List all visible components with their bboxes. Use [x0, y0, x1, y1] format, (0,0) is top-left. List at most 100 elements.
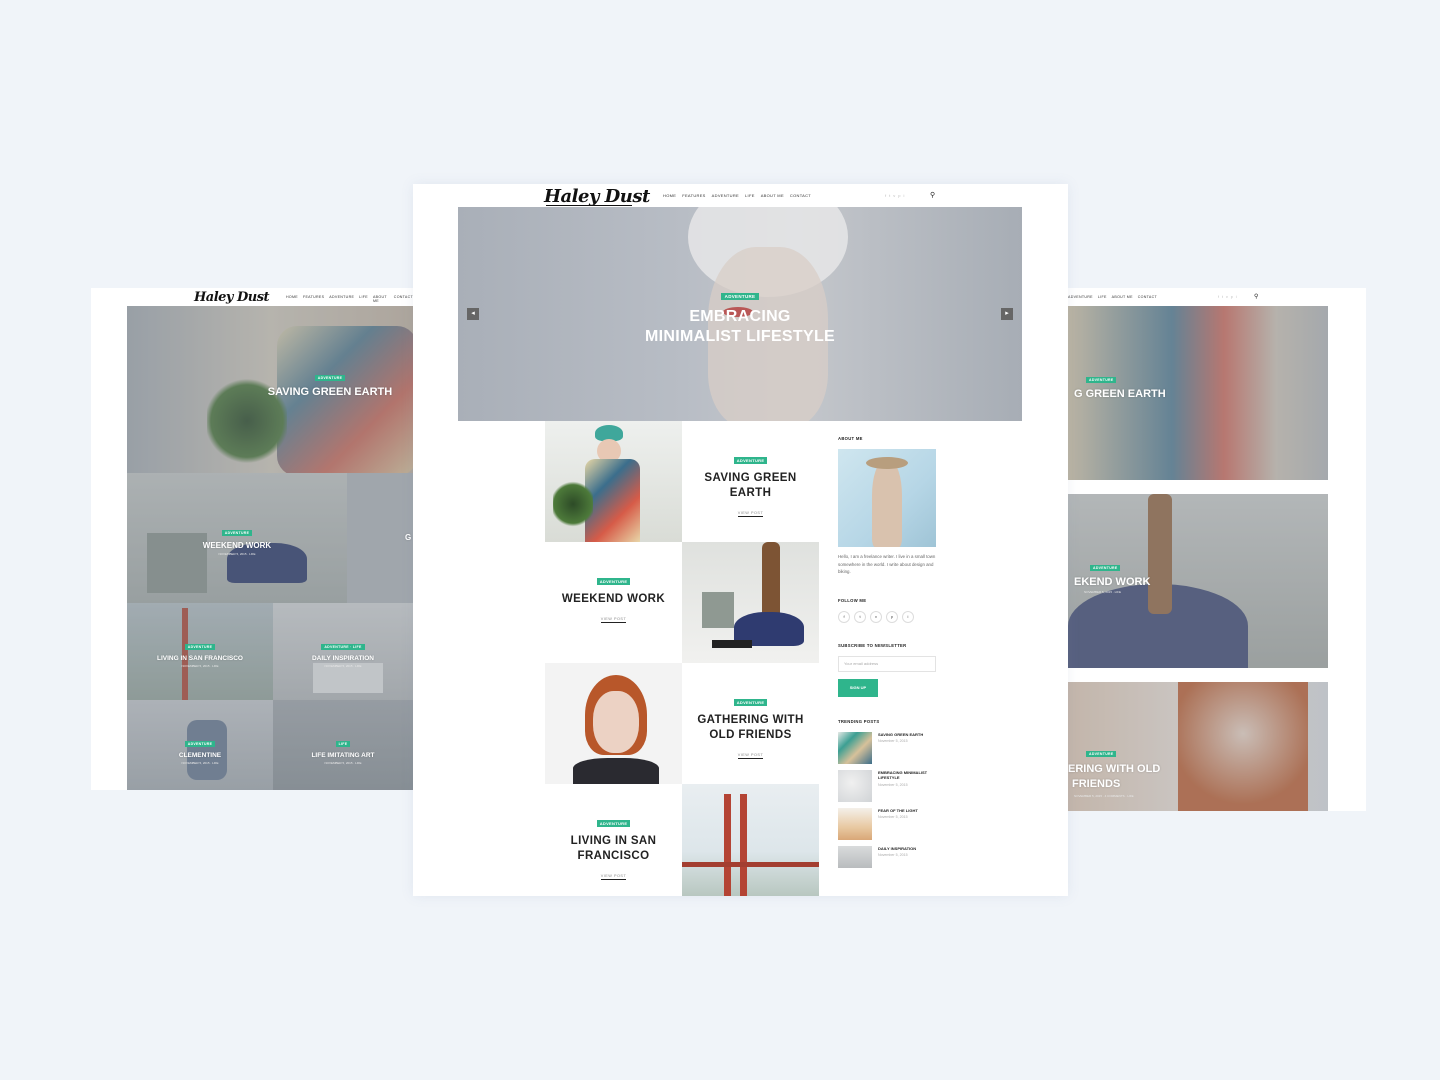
- twitter-icon[interactable]: t: [1222, 295, 1223, 299]
- post-tile[interactable]: ADVENTURE LIVING IN SAN FRANCISCO NOVEMB…: [127, 603, 273, 700]
- site-logo[interactable]: Haley Dust: [544, 186, 650, 207]
- pinterest-icon[interactable]: p: [898, 193, 900, 198]
- tile-title[interactable]: WEEKEND WORK: [127, 541, 347, 550]
- category-badge[interactable]: ADVENTURE: [596, 820, 631, 827]
- nav-adventure[interactable]: ADVENTURE: [329, 295, 354, 303]
- site-header: Haley Dust HOME FEATURES ADVENTURE LIFE …: [413, 184, 1068, 207]
- category-badge[interactable]: ADVENTURE: [733, 457, 768, 464]
- category-badge[interactable]: ADVENTURE: [184, 741, 216, 747]
- slider-next-arrow-icon[interactable]: ▸: [1001, 308, 1013, 320]
- nav-life[interactable]: LIFE: [359, 295, 368, 303]
- signup-button[interactable]: SIGN UP: [838, 678, 878, 697]
- category-badge[interactable]: ADVENTURE: [184, 644, 216, 650]
- tile-title[interactable]: DAILY INSPIRATION: [273, 655, 413, 662]
- post-tile[interactable]: ADVENTURE G GREEN EARTH: [1068, 306, 1328, 480]
- post-tile[interactable]: G: [347, 473, 413, 603]
- view-post-link[interactable]: VIEW POST: [737, 753, 764, 759]
- view-post-link[interactable]: VIEW POST: [600, 617, 627, 623]
- nav-adventure[interactable]: ADVENTURE: [712, 193, 739, 198]
- nav-contact[interactable]: CONTACT: [1138, 295, 1157, 299]
- tile-title[interactable]: ERING WITH OLD FRIENDS: [1068, 762, 1328, 792]
- tile-title[interactable]: G GREEN EARTH: [1074, 388, 1328, 400]
- tile-title[interactable]: CLEMENTINE: [127, 752, 273, 759]
- post-title[interactable]: LIVING IN SAN FRANCISCO: [545, 834, 682, 864]
- post-image[interactable]: [682, 542, 819, 663]
- post-tile[interactable]: ADVENTURE EKEND WORK NOVEMBER 5, 2015 · …: [1068, 494, 1328, 668]
- nav-features[interactable]: FEATURES: [303, 295, 324, 303]
- post-image[interactable]: [545, 663, 682, 784]
- trending-item[interactable]: SAVING GREEN EARTH November 5, 2015: [838, 731, 948, 764]
- search-icon[interactable]: ⚲: [1254, 293, 1258, 300]
- vine-icon[interactable]: v: [893, 193, 895, 198]
- trending-item[interactable]: EMBRACING MINIMALIST LIFESTYLE November …: [838, 769, 948, 802]
- hero-title[interactable]: EMBRACING MINIMALIST LIFESTYLE: [458, 307, 1022, 347]
- nav-contact[interactable]: CONTACT: [790, 193, 811, 198]
- category-badge[interactable]: ADVENTURE: [1086, 377, 1117, 383]
- nav-life[interactable]: LIFE: [1098, 295, 1107, 299]
- category-badge[interactable]: ADVENTURE: [1086, 751, 1117, 757]
- instagram-icon[interactable]: i: [902, 610, 914, 623]
- category-badge[interactable]: ADVENTURE: [733, 699, 768, 706]
- nav-adventure[interactable]: ADVENTURE: [1068, 295, 1093, 299]
- nav-life[interactable]: LIFE: [745, 193, 755, 198]
- tile-title[interactable]: LIVING IN SAN FRANCISCO: [127, 655, 273, 662]
- facebook-icon[interactable]: f: [838, 610, 850, 623]
- nav-home[interactable]: HOME: [663, 193, 676, 198]
- twitter-icon[interactable]: t: [854, 610, 866, 623]
- slider-prev-arrow-icon[interactable]: ◂: [467, 308, 479, 320]
- pinterest-icon[interactable]: p: [886, 610, 898, 623]
- trending-title[interactable]: DAILY INSPIRATION: [878, 846, 916, 852]
- hero-slider[interactable]: ADVENTURE EMBRACING MINIMALIST LIFESTYLE…: [458, 207, 1022, 421]
- category-badge[interactable]: ADVENTURE: [221, 530, 253, 536]
- post-title[interactable]: GATHERING WITH OLD FRIENDS: [682, 713, 819, 743]
- post-title[interactable]: SAVING GREEN EARTH: [682, 471, 819, 501]
- vine-icon[interactable]: v: [870, 610, 882, 623]
- instagram-icon[interactable]: i: [903, 193, 904, 198]
- category-badge[interactable]: ADVENTURE: [1090, 565, 1121, 571]
- post-tile[interactable]: LIFE LIFE IMITATING ART NOVEMBER 5, 2015…: [273, 700, 413, 790]
- view-post-link[interactable]: VIEW POST: [600, 874, 627, 880]
- post-card[interactable]: ADVENTURE LIVING IN SAN FRANCISCO VIEW P…: [545, 784, 682, 896]
- post-tile[interactable]: ADVENTURE ERING WITH OLD FRIENDS NOVEMBE…: [1068, 682, 1328, 811]
- nav-home[interactable]: HOME: [286, 295, 298, 303]
- category-badge[interactable]: ADVENTURE: [596, 578, 631, 585]
- tile-title[interactable]: EKEND WORK: [1074, 576, 1328, 588]
- post-tile[interactable]: ADVENTURE WEEKEND WORK NOVEMBER 5, 2015 …: [127, 473, 347, 603]
- category-badge[interactable]: LIFE: [335, 741, 351, 747]
- search-icon[interactable]: ⚲: [930, 191, 935, 199]
- nav-features[interactable]: FEATURES: [682, 193, 705, 198]
- vine-icon[interactable]: v: [1226, 295, 1228, 299]
- facebook-icon[interactable]: f: [1218, 295, 1219, 299]
- trending-title[interactable]: SAVING GREEN EARTH: [878, 732, 923, 738]
- view-post-link[interactable]: VIEW POST: [737, 511, 764, 517]
- category-badge[interactable]: ADVENTURE: [314, 375, 346, 381]
- post-image[interactable]: [545, 421, 682, 542]
- trending-item[interactable]: FEAR OF THE LIGHT November 5, 2015: [838, 807, 948, 840]
- post-card[interactable]: ADVENTURE GATHERING WITH OLD FRIENDS VIE…: [682, 663, 819, 784]
- pinterest-icon[interactable]: p: [1231, 295, 1233, 299]
- post-tile[interactable]: ADVENTURE CLEMENTINE NOVEMBER 5, 2015 · …: [127, 700, 273, 790]
- post-image[interactable]: [682, 784, 819, 896]
- email-input[interactable]: Your email address: [838, 655, 936, 672]
- category-badge[interactable]: ADVENTURE · LIFE: [321, 644, 365, 650]
- site-logo[interactable]: Haley Dust: [194, 290, 270, 305]
- post-title[interactable]: WEEKEND WORK: [545, 592, 682, 607]
- tile-title[interactable]: LIFE IMITATING ART: [273, 752, 413, 759]
- twitter-icon[interactable]: t: [889, 193, 890, 198]
- tile-title[interactable]: SAVING GREEN EARTH: [247, 386, 413, 398]
- category-badge[interactable]: ADVENTURE: [720, 293, 760, 300]
- post-tile[interactable]: ADVENTURE · LIFE DAILY INSPIRATION NOVEM…: [273, 603, 413, 700]
- nav-about[interactable]: ABOUT ME: [373, 295, 389, 303]
- instagram-icon[interactable]: i: [1236, 295, 1237, 299]
- tile-title[interactable]: G: [405, 533, 413, 542]
- trending-item[interactable]: DAILY INSPIRATION November 5, 2015: [838, 845, 948, 868]
- facebook-icon[interactable]: f: [885, 193, 886, 198]
- post-card[interactable]: ADVENTURE SAVING GREEN EARTH VIEW POST: [682, 421, 819, 542]
- trending-title[interactable]: FEAR OF THE LIGHT: [878, 808, 918, 814]
- nav-about[interactable]: ABOUT ME: [761, 193, 784, 198]
- trending-title[interactable]: EMBRACING MINIMALIST LIFESTYLE: [878, 770, 942, 781]
- featured-tile[interactable]: ADVENTURE SAVING GREEN EARTH: [127, 306, 413, 473]
- nav-about[interactable]: ABOUT ME: [1112, 295, 1133, 299]
- nav-contact[interactable]: CONTACT: [394, 295, 413, 303]
- post-card[interactable]: ADVENTURE WEEKEND WORK VIEW POST: [545, 542, 682, 663]
